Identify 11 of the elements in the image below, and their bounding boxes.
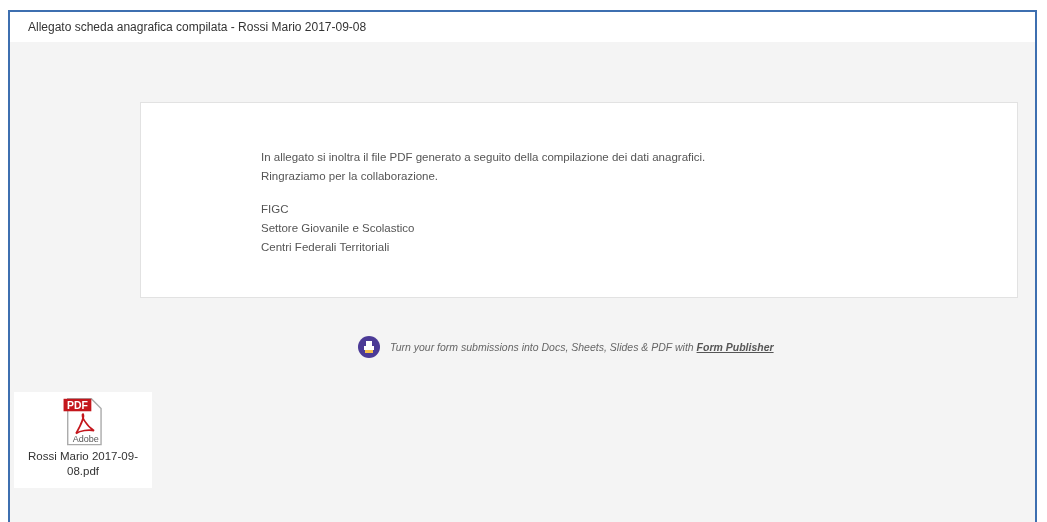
message-text: Centri Federali Territoriali (261, 240, 391, 255)
attachment-tile[interactable]: PDF Adobe Rossi Mario 2017-09-08.pdf (14, 392, 152, 488)
form-publisher-link[interactable]: Form Publisher (696, 341, 774, 353)
message-text: Ringraziamo per la collaborazione. (261, 169, 440, 184)
message-text: In allegato si inoltra il file PDF generato a seguito della compilazione dei dati anagrafici. (261, 150, 707, 165)
attachment-filename: Rossi Mario 2017-09-08.pdf (27, 449, 139, 479)
footer-text: Turn your form submissions into Docs, Sheets, Slides & PDF with Form Publisher (390, 341, 774, 353)
email-subject: Allegato scheda anagrafica compilata - Rossi Mario 2017-09-08 (28, 20, 367, 34)
message-text: Settore Giovanile e Scolastico (261, 221, 416, 236)
message-text: FIGC (261, 202, 290, 217)
printer-icon (358, 336, 380, 358)
